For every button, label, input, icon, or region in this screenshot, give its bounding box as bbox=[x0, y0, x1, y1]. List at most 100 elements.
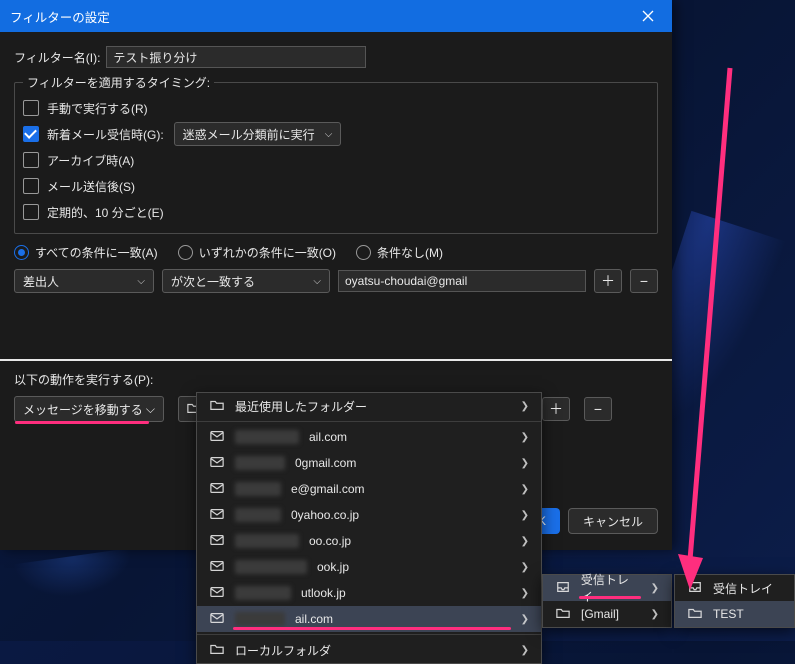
test-folder-item[interactable]: TEST bbox=[675, 601, 794, 627]
redacted-text bbox=[235, 586, 291, 600]
envelope-icon bbox=[209, 481, 225, 498]
dialog-title: フィルターの設定 bbox=[10, 7, 110, 26]
account-suffix: 0gmail.com bbox=[295, 456, 356, 470]
envelope-icon bbox=[209, 533, 225, 550]
archive-checkbox-label: アーカイブ時(A) bbox=[47, 152, 134, 169]
gmail-item[interactable]: [Gmail] ❯ bbox=[543, 601, 671, 627]
account-item[interactable]: 0gmail.com ❯ bbox=[197, 450, 541, 476]
recent-folders-item[interactable]: 最近使用したフォルダー ❯ bbox=[197, 393, 541, 419]
aftersend-checkbox-label: メール送信後(S) bbox=[47, 178, 135, 195]
add-action-button[interactable]: ＋ bbox=[542, 397, 570, 421]
folder-menu: 最近使用したフォルダー ❯ ail.com ❯ 0gmail.com ❯ e@g… bbox=[196, 392, 542, 664]
account-suffix: e@gmail.com bbox=[291, 482, 365, 496]
filter-name-input[interactable] bbox=[106, 46, 366, 68]
envelope-icon bbox=[209, 507, 225, 524]
account-suffix: 0yahoo.co.jp bbox=[291, 508, 359, 522]
add-condition-button[interactable]: ＋ bbox=[594, 269, 622, 293]
chevron-down-icon: ⌵ bbox=[146, 402, 155, 417]
folder-icon bbox=[687, 606, 703, 623]
condition-row: 差出人 ⌵ が次と一致する ⌵ ＋ − bbox=[14, 269, 658, 293]
chevron-right-icon: ❯ bbox=[521, 614, 529, 625]
inbox-icon bbox=[555, 580, 571, 597]
envelope-icon bbox=[209, 429, 225, 446]
folder-submenu-1: 受信トレイ ❯ [Gmail] ❯ bbox=[542, 574, 672, 628]
chevron-right-icon: ❯ bbox=[521, 401, 529, 412]
remove-condition-button[interactable]: − bbox=[630, 269, 658, 293]
redacted-text bbox=[235, 534, 299, 548]
remove-action-button[interactable]: − bbox=[584, 397, 612, 421]
chevron-right-icon: ❯ bbox=[521, 645, 529, 656]
account-item-selected[interactable]: ail.com ❯ bbox=[197, 606, 541, 632]
actions-legend: 以下の動作を実行する(P): bbox=[14, 371, 658, 388]
local-folders-label: ローカルフォルダ bbox=[235, 642, 331, 659]
chevron-right-icon: ❯ bbox=[521, 484, 529, 495]
chevron-right-icon: ❯ bbox=[521, 536, 529, 547]
account-item[interactable]: oo.co.jp ❯ bbox=[197, 528, 541, 554]
inbox-item[interactable]: 受信トレイ ❯ bbox=[543, 575, 671, 601]
separator bbox=[0, 359, 672, 361]
match-any-radio[interactable] bbox=[178, 245, 193, 260]
test-folder-label: TEST bbox=[713, 607, 744, 621]
account-suffix: ook.jp bbox=[317, 560, 349, 574]
match-all-radio[interactable] bbox=[14, 245, 29, 260]
inbox-item[interactable]: 受信トレイ bbox=[675, 575, 794, 601]
chevron-down-icon: ⌵ bbox=[137, 276, 145, 287]
gmail-label: [Gmail] bbox=[581, 607, 619, 621]
cancel-button[interactable]: キャンセル bbox=[568, 508, 658, 534]
inbox-label: 受信トレイ bbox=[713, 580, 773, 597]
periodic-checkbox[interactable] bbox=[23, 204, 39, 220]
titlebar: フィルターの設定 bbox=[0, 0, 672, 32]
redacted-text bbox=[235, 508, 281, 522]
match-none-radio[interactable] bbox=[356, 245, 371, 260]
account-item[interactable]: ook.jp ❯ bbox=[197, 554, 541, 580]
chevron-right-icon: ❯ bbox=[521, 432, 529, 443]
account-item[interactable]: 0yahoo.co.jp ❯ bbox=[197, 502, 541, 528]
timing-fieldset: フィルターを適用するタイミング: 手動で実行する(R) 新着メール受信時(G):… bbox=[14, 74, 658, 234]
inbox-label: 受信トレイ bbox=[581, 571, 641, 605]
chevron-right-icon: ❯ bbox=[651, 609, 659, 620]
redacted-text bbox=[235, 482, 281, 496]
manual-checkbox[interactable] bbox=[23, 100, 39, 116]
condition-value-input[interactable] bbox=[338, 270, 586, 292]
account-item[interactable]: e@gmail.com ❯ bbox=[197, 476, 541, 502]
account-suffix: utlook.jp bbox=[301, 586, 346, 600]
recent-folders-label: 最近使用したフォルダー bbox=[235, 398, 367, 415]
action-type-label: メッセージを移動する bbox=[23, 401, 143, 418]
redacted-text bbox=[235, 430, 299, 444]
timing-legend: フィルターを適用するタイミング: bbox=[23, 74, 214, 91]
chevron-down-icon: ⌵ bbox=[325, 129, 333, 140]
archive-checkbox[interactable] bbox=[23, 152, 39, 168]
account-suffix: oo.co.jp bbox=[309, 534, 351, 548]
chevron-right-icon: ❯ bbox=[521, 588, 529, 599]
incoming-checkbox-label: 新着メール受信時(G): bbox=[47, 126, 164, 143]
folder-submenu-2: 受信トレイ TEST bbox=[674, 574, 795, 628]
filter-name-label: フィルター名(I): bbox=[14, 49, 100, 66]
folder-icon bbox=[555, 606, 571, 623]
account-item[interactable]: utlook.jp ❯ bbox=[197, 580, 541, 606]
account-item[interactable]: ail.com ❯ bbox=[197, 424, 541, 450]
chevron-down-icon: ⌵ bbox=[313, 276, 321, 287]
redacted-text bbox=[235, 560, 307, 574]
account-suffix: ail.com bbox=[295, 612, 333, 626]
redacted-text bbox=[235, 612, 285, 626]
condition-field-select[interactable]: 差出人 ⌵ bbox=[14, 269, 154, 293]
incoming-option-label: 迷惑メール分類前に実行 bbox=[183, 126, 315, 143]
envelope-icon bbox=[209, 611, 225, 628]
match-any-label: いずれかの条件に一致(O) bbox=[199, 244, 336, 261]
folder-icon bbox=[209, 642, 225, 659]
incoming-option-select[interactable]: 迷惑メール分類前に実行 ⌵ bbox=[174, 122, 342, 146]
incoming-checkbox[interactable] bbox=[23, 126, 39, 142]
chevron-right-icon: ❯ bbox=[521, 458, 529, 469]
condition-field-label: 差出人 bbox=[23, 273, 59, 290]
action-type-select[interactable]: メッセージを移動する ⌵ bbox=[14, 396, 164, 422]
manual-checkbox-label: 手動で実行する(R) bbox=[47, 100, 148, 117]
match-all-label: すべての条件に一致(A) bbox=[35, 244, 158, 261]
chevron-right-icon: ❯ bbox=[651, 583, 659, 594]
chevron-right-icon: ❯ bbox=[521, 510, 529, 521]
condition-op-label: が次と一致する bbox=[171, 273, 255, 290]
match-none-label: 条件なし(M) bbox=[377, 244, 443, 261]
condition-op-select[interactable]: が次と一致する ⌵ bbox=[162, 269, 330, 293]
account-suffix: ail.com bbox=[309, 430, 347, 444]
close-button[interactable] bbox=[634, 4, 662, 28]
aftersend-checkbox[interactable] bbox=[23, 178, 39, 194]
